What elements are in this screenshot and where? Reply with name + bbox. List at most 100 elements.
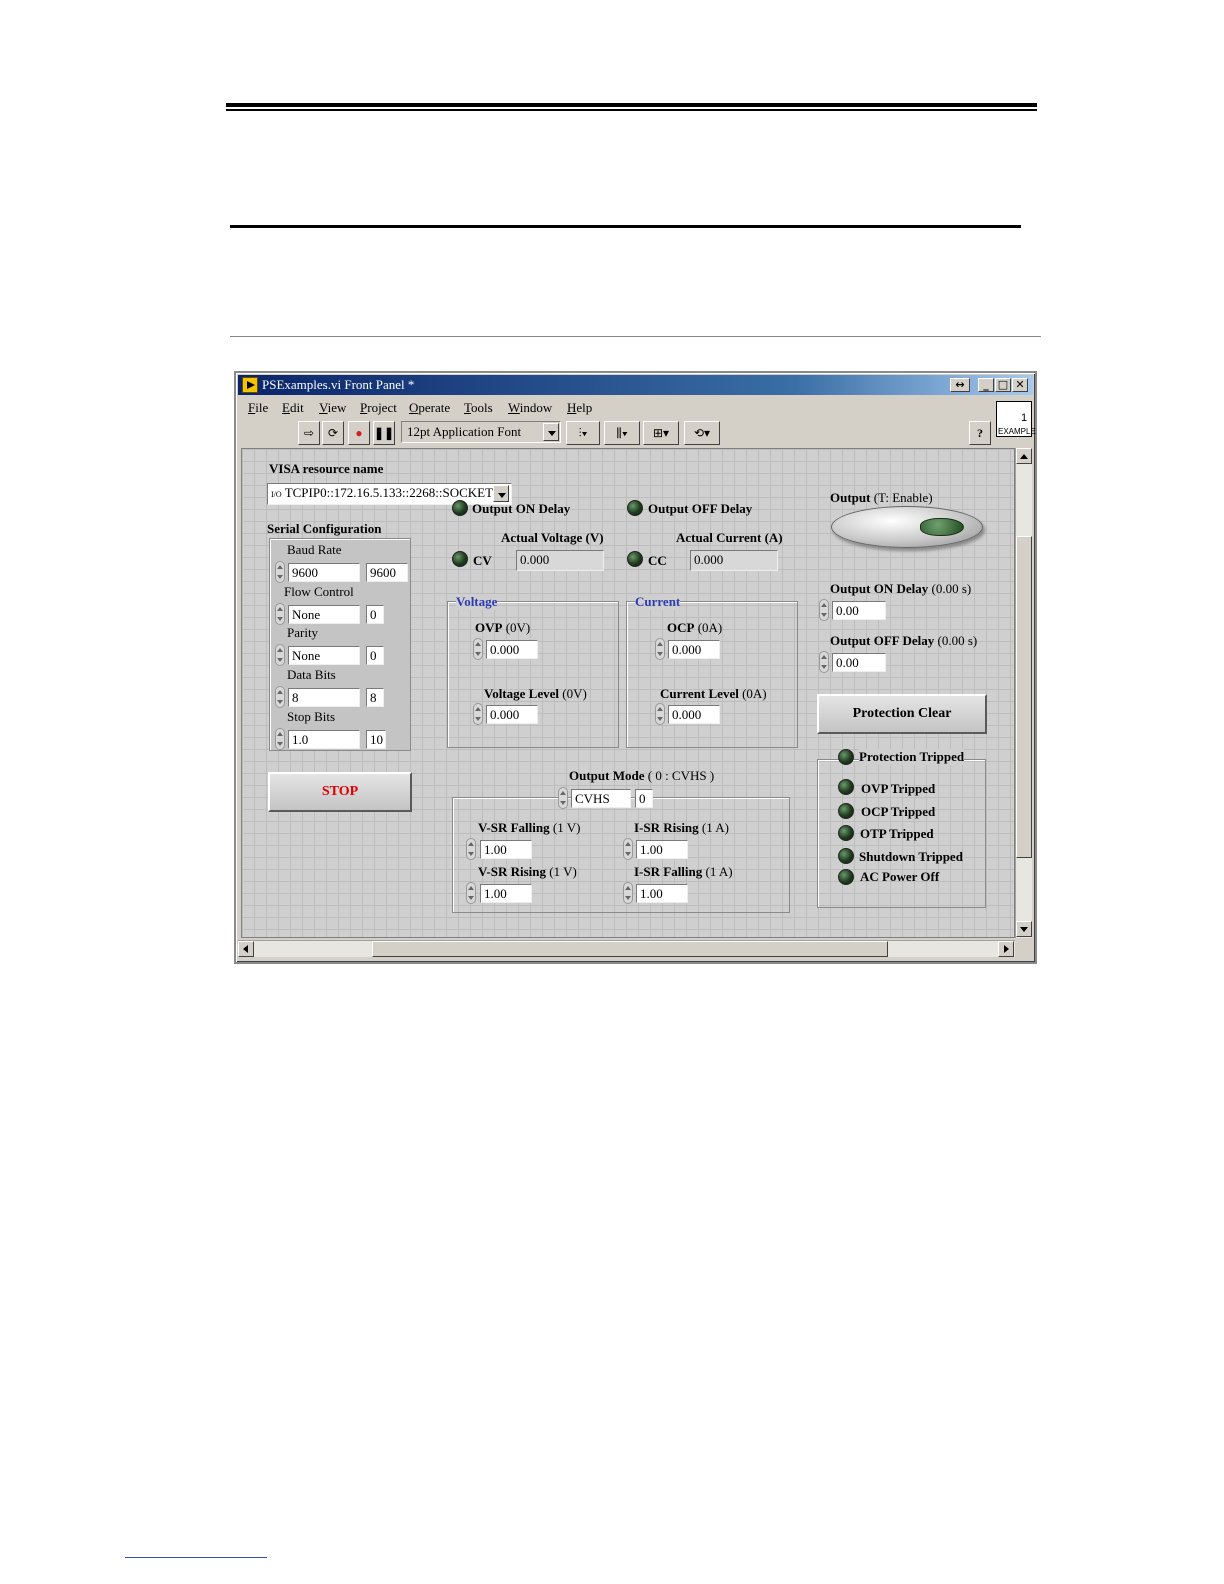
scroll-up-arrow[interactable] xyxy=(1016,448,1032,464)
cc-led xyxy=(627,551,643,567)
current-level-spinner[interactable] xyxy=(655,703,665,725)
resize-objects-icon[interactable]: ⊞▾ xyxy=(643,421,679,445)
vertical-scroll-thumb[interactable] xyxy=(1016,536,1032,858)
stop-bits-input[interactable]: 1.0 xyxy=(288,730,360,749)
horizontal-scroll-thumb[interactable] xyxy=(372,941,888,957)
output-mode-input[interactable]: CVHS xyxy=(571,789,631,808)
serial-config-title: Serial Configuration xyxy=(267,521,382,536)
data-bits-input[interactable]: 8 xyxy=(288,688,360,707)
protection-clear-label: Protection Clear xyxy=(852,706,952,721)
off-delay-spinner[interactable] xyxy=(819,651,829,673)
baud-rate-spinner[interactable] xyxy=(275,561,285,583)
run-arrow-icon[interactable]: ⇨ xyxy=(298,421,320,445)
v-sr-rising-spinner[interactable] xyxy=(466,882,476,904)
labview-window: PSExamples.vi Front Panel * ↔ _ □ ✕ File… xyxy=(234,371,1037,964)
output-on-delay-led-label: Output ON Delay xyxy=(472,501,571,516)
shutdown-tripped-label: Shutdown Tripped xyxy=(859,849,963,864)
baud-rate-indicator: 9600 xyxy=(366,563,408,582)
v-sr-rising-input[interactable]: 1.00 xyxy=(480,884,532,903)
menu-edit[interactable]: Edit xyxy=(282,400,304,416)
parity-input[interactable]: None xyxy=(288,646,360,665)
output-mode-spinner[interactable] xyxy=(558,787,568,809)
stop-bits-spinner[interactable] xyxy=(275,728,285,750)
vertical-scrollbar[interactable] xyxy=(1015,448,1032,938)
i-sr-rising-input[interactable]: 1.00 xyxy=(636,840,688,859)
actual-current-label: Actual Current (A) xyxy=(676,530,783,545)
stop-button[interactable]: STOP xyxy=(268,772,412,812)
output-mode-indicator: 0 xyxy=(635,789,653,808)
data-bits-spinner[interactable] xyxy=(275,686,285,708)
parity-spinner[interactable] xyxy=(275,644,285,666)
flow-control-spinner[interactable] xyxy=(275,603,285,625)
output-on-delay-led xyxy=(452,500,468,516)
ovp-tripped-label: OVP Tripped xyxy=(861,781,936,796)
menu-window[interactable]: Window xyxy=(508,400,552,416)
baud-rate-input[interactable]: 9600 xyxy=(288,563,360,582)
toggle-knob xyxy=(920,518,964,536)
on-delay-spinner[interactable] xyxy=(819,599,829,621)
visa-label: VISA resource name xyxy=(269,461,384,476)
run-continuously-icon[interactable]: ⟳ xyxy=(322,421,344,445)
otp-tripped-led xyxy=(838,825,854,841)
stop-bits-indicator: 10 xyxy=(366,730,386,749)
ocp-spinner[interactable] xyxy=(655,638,665,660)
maximize-button[interactable]: □ xyxy=(995,378,1011,392)
menu-operate[interactable]: Operate xyxy=(409,400,450,416)
ocp-tripped-label: OCP Tripped xyxy=(861,804,936,819)
scroll-right-arrow[interactable] xyxy=(998,941,1014,957)
menu-tools[interactable]: Tools xyxy=(464,400,493,416)
ovp-spinner[interactable] xyxy=(473,638,483,660)
output-label: Output (T: Enable) xyxy=(830,490,933,505)
align-objects-icon[interactable]: ⫶▾ xyxy=(566,421,600,445)
v-sr-falling-label: V-SR Falling (1 V) xyxy=(478,820,581,835)
v-sr-falling-input[interactable]: 1.00 xyxy=(480,840,532,859)
protection-clear-button[interactable]: Protection Clear xyxy=(817,694,987,734)
menu-project[interactable]: Project xyxy=(360,400,397,416)
ovp-input[interactable]: 0.000 xyxy=(486,640,538,659)
off-delay-input[interactable]: 0.00 xyxy=(832,653,886,672)
chevron-down-icon[interactable] xyxy=(493,485,509,502)
title-bar[interactable]: PSExamples.vi Front Panel * ↔ _ □ ✕ xyxy=(238,375,1033,395)
voltage-level-spinner[interactable] xyxy=(473,703,483,725)
i-sr-rising-spinner[interactable] xyxy=(623,838,633,860)
menu-help[interactable]: Help xyxy=(567,400,592,416)
ocp-tripped-led xyxy=(838,803,854,819)
on-delay-label: Output ON Delay (0.00 s) xyxy=(830,581,972,596)
minimize-button[interactable]: _ xyxy=(978,378,994,392)
output-toggle-switch[interactable] xyxy=(831,506,983,548)
ovp-tripped-led xyxy=(838,779,854,795)
current-level-input[interactable]: 0.000 xyxy=(668,705,720,724)
voltage-level-input[interactable]: 0.000 xyxy=(486,705,538,724)
font-selector[interactable]: 12pt Application Font xyxy=(401,421,561,443)
voltage-level-label: Voltage Level (0V) xyxy=(484,686,587,701)
ocp-input[interactable]: 0.000 xyxy=(668,640,720,659)
scroll-down-arrow[interactable] xyxy=(1016,921,1032,937)
flow-control-input[interactable]: None xyxy=(288,605,360,624)
pause-icon[interactable]: ❚❚ xyxy=(373,421,395,445)
ac-power-off-led xyxy=(838,869,854,885)
close-button[interactable]: ✕ xyxy=(1012,378,1028,392)
reorder-icon[interactable]: ⟲▾ xyxy=(684,421,720,445)
on-delay-input[interactable]: 0.00 xyxy=(832,601,886,620)
toolbar: ⇨ ⟳ ● ❚❚ 12pt Application Font ⫶▾ ⫼▾ ⊞▾ … xyxy=(238,419,1033,447)
distribute-objects-icon[interactable]: ⫼▾ xyxy=(604,421,640,445)
v-sr-falling-spinner[interactable] xyxy=(466,838,476,860)
front-panel: VISA resource name I/O TCPIP0::172.16.5.… xyxy=(241,448,1015,938)
example-icon-number: 1 xyxy=(1021,412,1028,424)
output-off-delay-led xyxy=(627,500,643,516)
parity-label: Parity xyxy=(287,625,319,640)
horizontal-scrollbar[interactable] xyxy=(238,940,1015,957)
resize-icon[interactable]: ↔ xyxy=(950,378,970,392)
help-icon[interactable]: ? xyxy=(969,421,991,445)
otp-tripped-label: OTP Tripped xyxy=(860,826,934,841)
flow-control-indicator: 0 xyxy=(366,605,384,624)
i-sr-falling-input[interactable]: 1.00 xyxy=(636,884,688,903)
scroll-left-arrow[interactable] xyxy=(238,941,254,957)
i-sr-falling-spinner[interactable] xyxy=(623,882,633,904)
menu-file[interactable]: File xyxy=(248,400,268,416)
visa-resource-value: TCPIP0::172.16.5.133::2268::SOCKET xyxy=(284,485,494,500)
actual-current-indicator: 0.000 xyxy=(690,550,778,571)
abort-icon[interactable]: ● xyxy=(348,421,370,445)
i-sr-falling-label: I-SR Falling (1 A) xyxy=(634,864,733,879)
menu-view[interactable]: View xyxy=(319,400,346,416)
